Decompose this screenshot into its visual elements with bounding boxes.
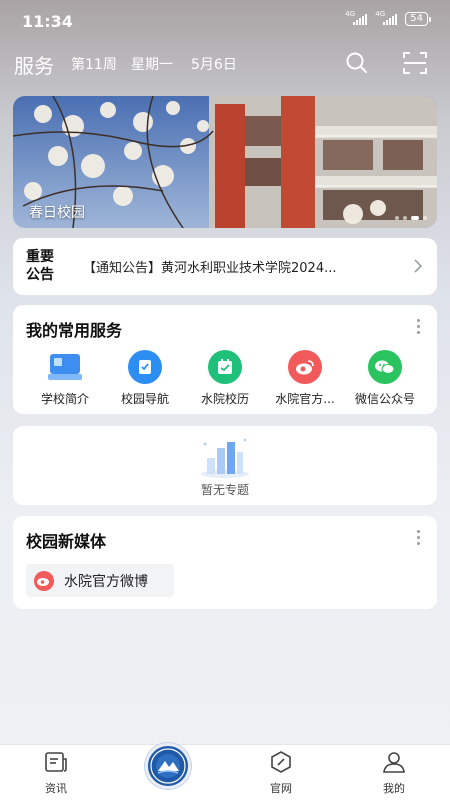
status-bar: 11:34 4G 4G 54 (0, 0, 450, 40)
week-number: 第11周 (71, 57, 117, 73)
nav-news[interactable]: 资讯 (26, 751, 86, 796)
service-wechat[interactable]: 微信公众号 (345, 350, 425, 407)
nav-news-label: 资讯 (45, 782, 67, 795)
nav-mine[interactable]: 我的 (364, 751, 424, 796)
services-card: 我的常用服务 学校简介 校园导航 水院校历 水院官方... 微信公众号 (13, 305, 437, 414)
service-label: 学校简介 (40, 392, 89, 406)
nav-official-site[interactable]: 官网 (251, 751, 311, 796)
empty-state-text: 暂无专题 (200, 483, 249, 497)
nav-official-site-label: 官网 (270, 782, 292, 795)
school-intro-icon (48, 350, 82, 384)
banner-carousel[interactable]: 春日校园 (13, 96, 437, 228)
calendar-icon (208, 350, 242, 384)
empty-chart-icon (201, 438, 249, 478)
service-label: 水院校历 (200, 392, 249, 406)
weibo-icon (34, 570, 54, 591)
page-title: 服务 (14, 54, 54, 78)
weibo-chip-label: 水院官方微博 (64, 573, 148, 590)
school-logo-button[interactable] (145, 743, 191, 789)
carousel-indicator (395, 216, 427, 220)
notice-label: 重要公告 (26, 249, 54, 283)
news-icon (45, 752, 67, 772)
nav-mine-label: 我的 (383, 782, 405, 795)
weekday: 星期一 (131, 57, 173, 73)
service-label: 校园导航 (120, 392, 169, 406)
search-icon[interactable] (344, 50, 370, 76)
header: 服务 第11周 星期一 5月6日 (0, 44, 450, 82)
status-indicators: 4G 4G 54 (345, 10, 431, 26)
chevron-right-icon (414, 259, 423, 273)
weibo-icon (288, 350, 322, 384)
service-calendar[interactable]: 水院校历 (185, 350, 265, 407)
battery-icon: 54 (405, 12, 431, 26)
bottom-nav: 资讯 官网 我的 (0, 743, 450, 800)
date: 5月6日 (191, 57, 237, 73)
topics-card: 暂无专题 (13, 426, 437, 505)
service-weibo[interactable]: 水院官方... (265, 350, 345, 407)
more-icon[interactable] (417, 319, 421, 335)
more-icon[interactable] (417, 530, 421, 546)
service-campus-nav[interactable]: 校园导航 (105, 350, 185, 407)
banner-caption: 春日校园 (29, 205, 85, 221)
service-school-intro[interactable]: 学校简介 (25, 350, 105, 407)
scan-icon[interactable] (402, 50, 428, 76)
notice-card[interactable]: 重要公告 【通知公告】黄河水利职业技术学院2024... (13, 238, 437, 295)
compass-icon (271, 751, 291, 773)
service-label: 水院官方... (275, 392, 335, 406)
user-icon (383, 752, 405, 773)
wechat-icon (368, 350, 402, 384)
weibo-chip[interactable]: 水院官方微博 (26, 564, 174, 597)
school-logo-icon (150, 748, 186, 784)
services-title: 我的常用服务 (26, 321, 123, 340)
service-label: 微信公众号 (354, 392, 415, 406)
notice-text[interactable]: 【通知公告】黄河水利职业技术学院2024... (83, 257, 401, 276)
campus-nav-icon (128, 350, 162, 384)
new-media-title: 校园新媒体 (26, 532, 107, 551)
signal-icon-2: 4G (375, 10, 398, 25)
new-media-card: 校园新媒体 水院官方微博 (13, 516, 437, 609)
status-time: 11:34 (22, 12, 73, 31)
signal-icon: 4G (345, 10, 368, 25)
